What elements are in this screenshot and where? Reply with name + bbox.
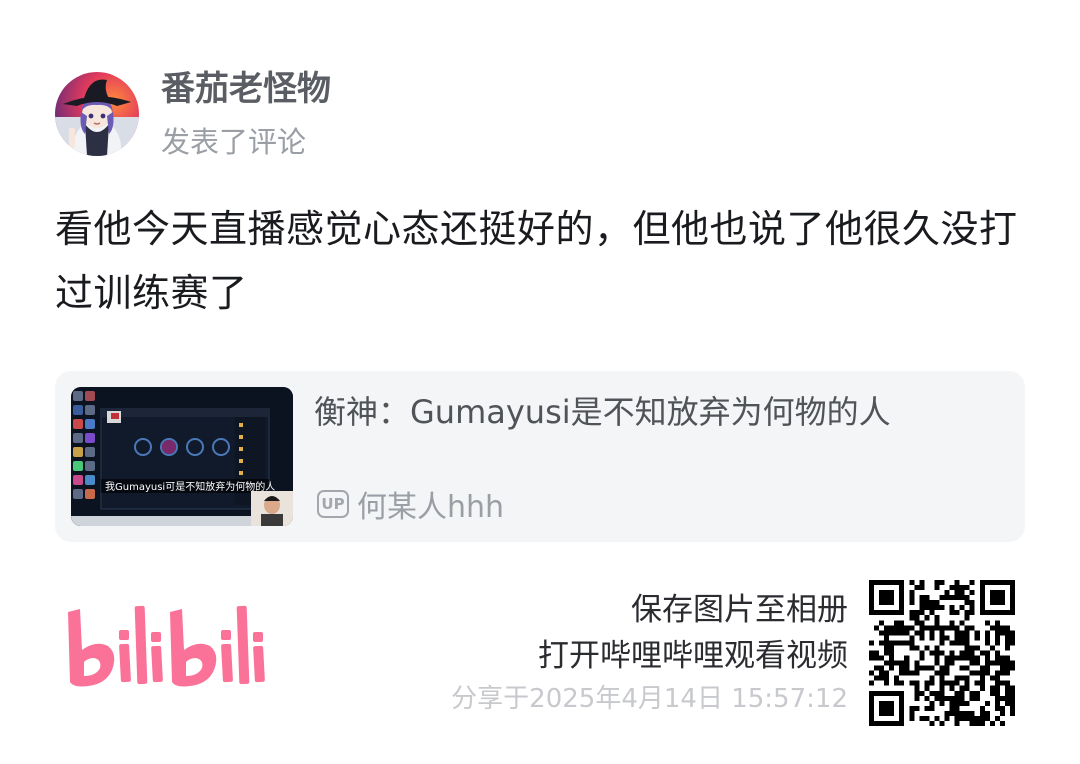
comment-text: 看他今天直播感觉心态还挺好的，但他也说了他很久没打过训练赛了 <box>55 207 1018 315</box>
share-timestamp: 分享于2025年4月14日 15:57:12 <box>451 684 848 714</box>
qr-code-icon <box>869 580 1015 726</box>
video-thumbnail[interactable]: 我Gumayusi可是不知放弃为何物的人 <box>71 387 293 526</box>
avatar[interactable] <box>55 72 139 156</box>
uploader-row[interactable]: UP 何某人hhh <box>317 483 504 525</box>
username[interactable]: 番茄老怪物 <box>161 67 331 111</box>
comment-action-label: 发表了评论 <box>161 125 307 159</box>
thumbnail-caption: 我Gumayusi可是不知放弃为何物的人 <box>105 480 275 493</box>
video-card[interactable]: 我Gumayusi可是不知放弃为何物的人 衡神：Gumayusi是不知放弃为何物… <box>55 371 1025 542</box>
uploader-name: 何某人hhh <box>357 490 505 525</box>
bilibili-logo: bilibili <box>62 598 266 694</box>
open-bilibili-text: 打开哔哩哔哩观看视频 <box>538 638 848 674</box>
anime-witch-avatar-icon <box>55 72 139 156</box>
up-badge-icon: UP <box>317 490 349 518</box>
save-to-album-text: 保存图片至相册 <box>631 592 848 628</box>
bilibili-logo-icon: bilibili <box>68 605 265 687</box>
video-title[interactable]: 衡神：Gumayusi是不知放弃为何物的人 <box>314 389 891 435</box>
